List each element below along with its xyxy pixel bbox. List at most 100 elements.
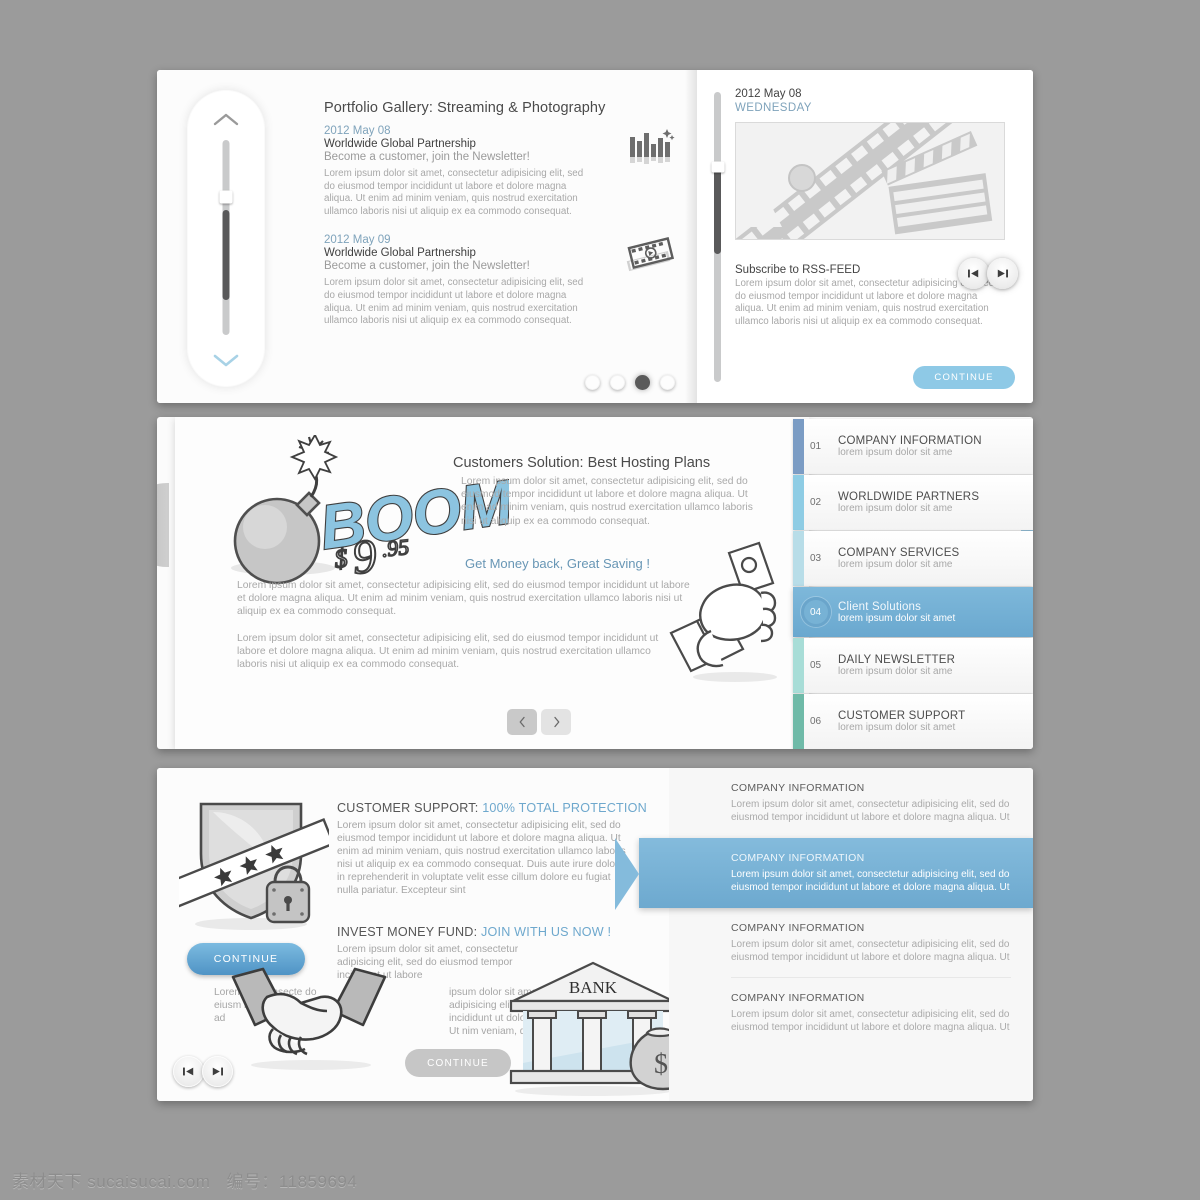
- promo-paragraph-1: Lorem ipsum dolor sit amet, consectetur …: [461, 476, 753, 527]
- media-preview-image[interactable]: [735, 122, 1005, 240]
- accordion-edge: [793, 531, 804, 586]
- chevron-up-icon[interactable]: [213, 112, 239, 126]
- accordion-item-2[interactable]: 02 WORLDWIDE PARTNERS lorem ipsum dolor …: [793, 475, 1033, 530]
- accordion-text: WORLDWIDE PARTNERS lorem ipsum dolor sit…: [838, 491, 1033, 514]
- skip-next-icon[interactable]: [987, 258, 1018, 289]
- info-row-4[interactable]: COMPANY INFORMATION Lorem ipsum dolor si…: [669, 978, 1033, 1048]
- accordion-item-4-active[interactable]: 04 Client Solutions lorem ipsum dolor si…: [793, 587, 1033, 637]
- vertical-scroll-slider[interactable]: [187, 90, 265, 387]
- promo-nav-buttons: [507, 709, 571, 735]
- info-row-title: COMPANY INFORMATION: [731, 992, 865, 1004]
- info-row-1[interactable]: COMPANY INFORMATION Lorem ipsum dolor si…: [669, 768, 1033, 838]
- bank-label: BANK: [569, 978, 618, 997]
- bank-money-bag-icon: BANK $: [497, 957, 697, 1097]
- news-date: 2012 May 08: [324, 125, 391, 137]
- top-right-column: 2012 May 08 WEDNESDAY Subscribe to RSS-F…: [697, 70, 1033, 403]
- accordion-title: WORLDWIDE PARTNERS: [838, 491, 980, 503]
- slider-track[interactable]: [222, 140, 230, 335]
- pagination-dot-active[interactable]: [635, 375, 650, 390]
- hosting-promo-card: BOOM 9 $ .95 Customers Solution: Best Ho…: [175, 417, 809, 749]
- accordion-edge: [793, 475, 804, 530]
- promo-prev-button[interactable]: [507, 709, 537, 735]
- svg-text:$: $: [654, 1049, 668, 1080]
- support-title-lead: CUSTOMER SUPPORT:: [337, 801, 483, 815]
- slider-fill: [222, 210, 230, 300]
- secondary-scroll-slider[interactable]: [711, 92, 724, 382]
- support-paragraph: Lorem ipsum dolor sit amet, consectetur …: [337, 820, 626, 897]
- continue-button[interactable]: CONTINUE: [913, 366, 1015, 389]
- skip-next-icon[interactable]: [202, 1056, 233, 1087]
- invest-title: INVEST MONEY FUND: JOIN WITH US NOW !: [337, 925, 611, 939]
- info-row-title: COMPANY INFORMATION: [731, 922, 865, 934]
- slider-handle[interactable]: [711, 161, 724, 173]
- news-subhead: Become a customer, join the Newsletter!: [324, 151, 530, 163]
- news-item[interactable]: 2012 May 08 Worldwide Global Partnership…: [324, 125, 675, 218]
- accordion-text: COMPANY INFORMATION lorem ipsum dolor si…: [838, 435, 1033, 458]
- feature-date: 2012 May 08: [735, 88, 802, 100]
- accordion-text: COMPANY SERVICES lorem ipsum dolor sit a…: [838, 547, 1033, 570]
- slider-fill: [714, 167, 721, 255]
- accordion-item-1[interactable]: 01 COMPANY INFORMATION lorem ipsum dolor…: [793, 419, 1033, 474]
- news-subhead: Become a customer, join the Newsletter!: [324, 260, 530, 273]
- watermark-sequence: 编号：11859694: [226, 1172, 358, 1191]
- info-row-body: Lorem ipsum dolor sit amet, consectetur …: [731, 939, 1010, 963]
- support-title-accent: 100% TOTAL PROTECTION: [482, 801, 647, 815]
- company-info-list: COMPANY INFORMATION Lorem ipsum dolor si…: [615, 768, 1033, 1101]
- accordion-badge: 04: [800, 597, 831, 627]
- feature-weekday: WEDNESDAY: [735, 102, 812, 114]
- continue-secondary-button[interactable]: CONTINUE: [405, 1049, 511, 1077]
- accordion-edge: [793, 694, 804, 749]
- top-panel: Portfolio Gallery: Streaming & Photograp…: [157, 70, 1033, 403]
- news-headline: Worldwide Global Partnership: [324, 247, 476, 260]
- top-left-column: Portfolio Gallery: Streaming & Photograp…: [157, 70, 697, 403]
- accordion-item-6[interactable]: 06 CUSTOMER SUPPORT lorem ipsum dolor si…: [793, 694, 1033, 749]
- promo-paragraph-2: Lorem ipsum dolor sit amet, consectetur …: [237, 580, 690, 618]
- info-row-3[interactable]: COMPANY INFORMATION Lorem ipsum dolor si…: [669, 908, 1033, 978]
- pagination-dots[interactable]: [585, 375, 675, 390]
- pagination-dot[interactable]: [610, 375, 625, 390]
- chevron-down-icon[interactable]: [213, 353, 239, 367]
- accordion-edge: [793, 419, 804, 474]
- slider-handle[interactable]: [219, 190, 233, 204]
- news-list: Portfolio Gallery: Streaming & Photograp…: [324, 100, 675, 344]
- accordion-subtitle: lorem ipsum dolor sit amet: [838, 612, 956, 624]
- carousel-prev-tab[interactable]: [157, 483, 169, 567]
- promo-next-button[interactable]: [541, 709, 571, 735]
- middle-panel: BOOM 9 $ .95 Customers Solution: Best Ho…: [157, 417, 1033, 749]
- info-row-arrow-tip: [615, 838, 639, 910]
- info-row-title: COMPANY INFORMATION: [731, 782, 865, 794]
- bottom-panel: CUSTOMER SUPPORT: 100% TOTAL PROTECTION …: [157, 768, 1033, 1101]
- news-body: Lorem ipsum dolor sit amet, consectetur …: [324, 277, 584, 327]
- info-row-body: Lorem ipsum dolor sit amet, consectetur …: [731, 799, 1010, 823]
- pagination-dot[interactable]: [585, 375, 600, 390]
- screenshot-stage: Portfolio Gallery: Streaming & Photograp…: [0, 0, 1200, 1200]
- accordion-subtitle: lorem ipsum dolor sit ame: [838, 447, 953, 458]
- subscribe-title: Subscribe to RSS-FEED: [735, 264, 861, 276]
- accordion-title: DAILY NEWSLETTER: [838, 654, 956, 666]
- film-strip-play-icon: [626, 236, 676, 276]
- promo-title: Customers Solution: Best Hosting Plans: [453, 455, 711, 471]
- accordion-edge: [793, 638, 804, 693]
- info-row-2-active[interactable]: COMPANY INFORMATION Lorem ipsum dolor si…: [615, 838, 1033, 910]
- accordion-text: CUSTOMER SUPPORT lorem ipsum dolor sit a…: [838, 710, 1033, 733]
- skip-previous-icon[interactable]: [958, 258, 989, 289]
- pagination-dot[interactable]: [660, 375, 675, 390]
- bottom-media-controls: [173, 1056, 233, 1087]
- page-title: Portfolio Gallery: Streaming & Photograp…: [324, 100, 606, 116]
- media-controls: [958, 258, 1018, 289]
- accordion-subtitle: lorem ipsum dolor sit amet: [838, 722, 956, 733]
- info-row-body: Lorem ipsum dolor sit amet, consectetur …: [731, 1009, 1010, 1033]
- accordion-text: Client Solutions lorem ipsum dolor sit a…: [838, 601, 1033, 624]
- watermark: 素材天下 sucaisucai.com 编号：11859694: [12, 1167, 357, 1192]
- promo-highlight: Get Money back, Great Saving !: [465, 556, 650, 571]
- bottom-left-column: CUSTOMER SUPPORT: 100% TOTAL PROTECTION …: [157, 768, 693, 1101]
- news-date: 2012 May 09: [324, 234, 391, 247]
- accordion-subtitle: lorem ipsum dolor sit ame: [838, 666, 953, 677]
- accordion-item-5[interactable]: 05 DAILY NEWSLETTER lorem ipsum dolor si…: [793, 638, 1033, 693]
- accordion-text: DAILY NEWSLETTER lorem ipsum dolor sit a…: [838, 654, 1033, 677]
- news-body: Lorem ipsum dolor sit amet, consectetur …: [324, 168, 584, 217]
- accordion-item-3[interactable]: 03 COMPANY SERVICES lorem ipsum dolor si…: [793, 531, 1033, 586]
- skip-previous-icon[interactable]: [173, 1056, 204, 1087]
- news-item[interactable]: 2012 May 09 Worldwide Global Partnership…: [324, 234, 675, 327]
- shield-stars-padlock-icon: [179, 792, 329, 932]
